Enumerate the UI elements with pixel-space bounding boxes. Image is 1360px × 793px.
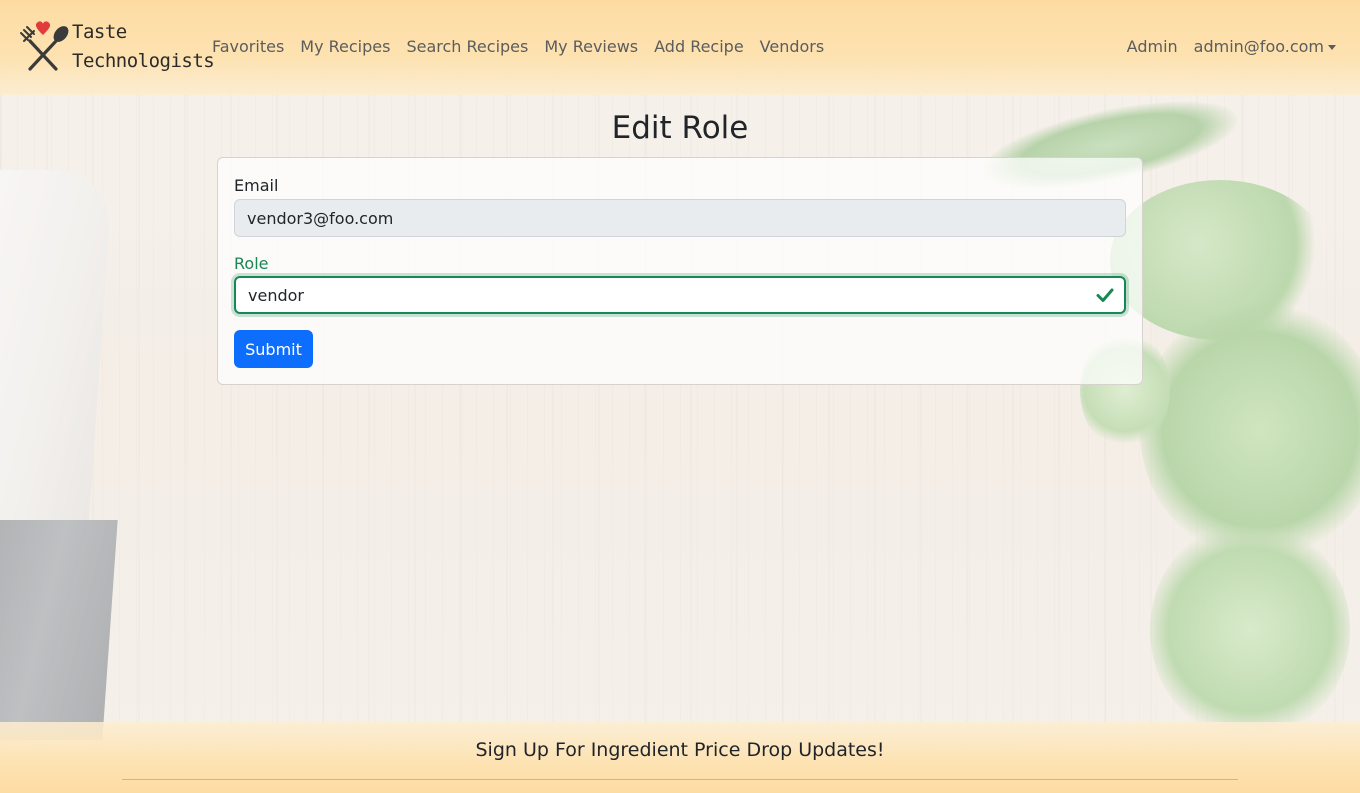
role-field[interactable]: vendor <box>234 276 1126 314</box>
nav-right: Admin admin@foo.com <box>1119 36 1344 58</box>
footer: Sign Up For Ingredient Price Drop Update… <box>0 722 1360 793</box>
nav-link-vendors[interactable]: Vendors <box>752 36 833 58</box>
nav-link-admin[interactable]: Admin <box>1119 36 1186 58</box>
footer-divider <box>122 779 1238 780</box>
brand-line1: Taste <box>72 21 127 43</box>
nav-link-add-recipe[interactable]: Add Recipe <box>646 36 752 58</box>
user-menu-label: admin@foo.com <box>1193 37 1324 56</box>
nav-link-my-reviews[interactable]: My Reviews <box>536 36 646 58</box>
nav-link-favorites[interactable]: Favorites <box>204 36 292 58</box>
footer-title: Sign Up For Ingredient Price Drop Update… <box>475 739 885 761</box>
brand-line2: Technologists <box>72 50 215 72</box>
navbar: Taste Technologists Favorites My Recipes… <box>0 0 1360 95</box>
check-icon <box>1096 286 1114 304</box>
brand-name: Taste Technologists <box>72 18 215 76</box>
submit-button[interactable]: Submit <box>234 330 313 368</box>
role-label: Role <box>234 254 269 273</box>
email-label: Email <box>234 176 279 195</box>
email-field: vendor3@foo.com <box>234 199 1126 237</box>
role-value: vendor <box>248 285 304 305</box>
fork-spoon-heart-icon <box>16 19 70 75</box>
user-menu-toggle[interactable]: admin@foo.com <box>1186 36 1344 58</box>
nav-link-search-recipes[interactable]: Search Recipes <box>398 36 536 58</box>
page-title: Edit Role <box>611 110 749 146</box>
nav-link-my-recipes[interactable]: My Recipes <box>292 36 398 58</box>
email-value: vendor3@foo.com <box>247 208 394 228</box>
edit-role-form: Email vendor3@foo.com Role vendor Submit <box>217 157 1143 385</box>
caret-down-icon <box>1328 45 1336 50</box>
brand-logo[interactable]: Taste Technologists <box>16 18 215 76</box>
nav-links: Favorites My Recipes Search Recipes My R… <box>204 36 832 58</box>
